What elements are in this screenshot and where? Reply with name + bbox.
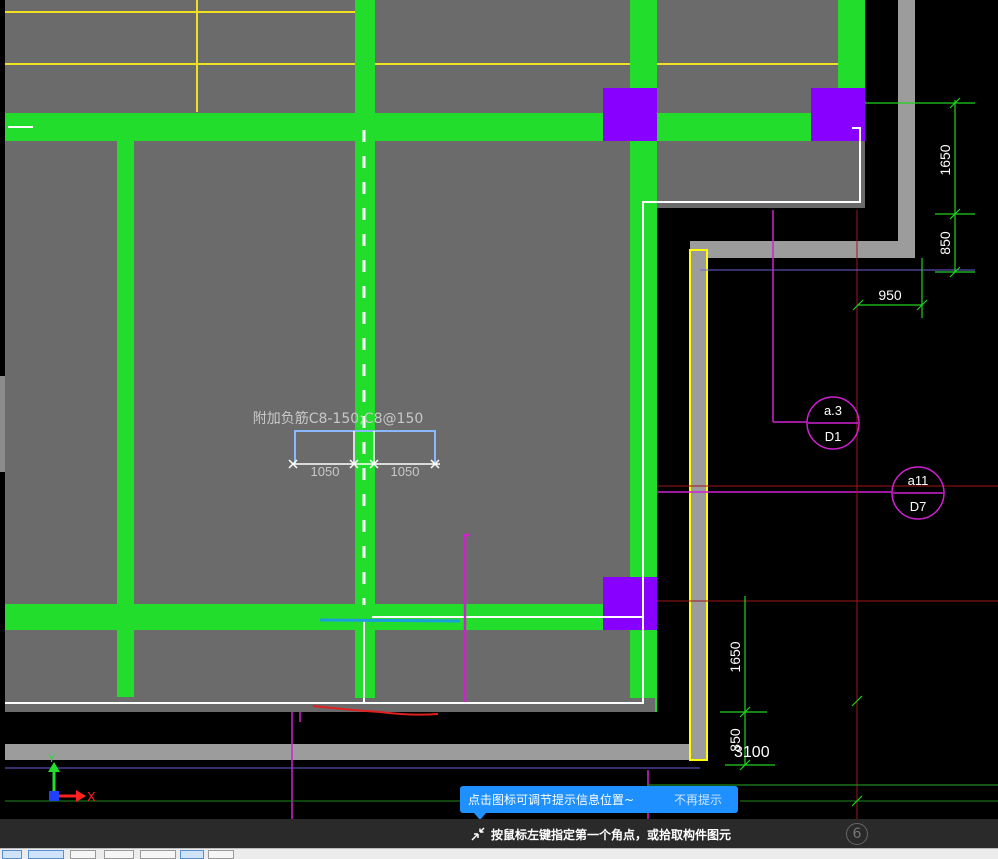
rebar-right-length: 1050 [391,464,420,479]
command-status-bar: 按鼠标左键指定第一个角点，或拾取构件图元 6 [0,819,998,848]
slab-strip-bottom [5,698,655,712]
column-1[interactable] [603,88,657,141]
command-prompt: 按鼠标左键指定第一个角点，或拾取构件图元 [491,828,732,842]
callout-2[interactable]: a11 D7 [891,466,945,520]
dim-bottom-upper: 1650 [727,641,743,672]
dim-horizontal: 950 [878,287,902,303]
callout-1-top: a.3 [824,403,842,418]
wall-right-horizontal [690,241,915,258]
bottom-toolbar [0,848,998,859]
callout-1-bottom: D1 [825,429,842,444]
callout-1[interactable]: a.3 D1 [806,396,860,450]
beam-vertical-center[interactable] [355,0,375,712]
wall-vertical-selected[interactable] [689,249,708,761]
slab-panel-main [5,200,657,712]
corner-pick-icon [471,827,485,841]
dont-show-again-link[interactable]: 不再提示 [674,791,722,808]
rebar-label: 附加负筋C8-150;C8@150 [253,410,424,427]
wall-right-vertical [898,0,915,258]
callout-2-bottom: D7 [910,499,927,514]
callout-2-top: a11 [908,473,929,488]
grid-node-marker: 6 [846,823,868,845]
ucs-axis-icon: Y X [48,753,96,804]
cyan-line [319,618,461,623]
side-panel-handle[interactable] [0,376,5,472]
column-2[interactable] [811,88,865,141]
cad-drawing-canvas[interactable]: 1650 850 950 1650 850 3100 a.3 D1 a11 D7… [0,0,998,858]
axis-x-label: X [87,789,96,804]
dim-top-right-upper: 1650 [937,144,953,175]
wall-bottom [5,744,705,760]
hint-bubble[interactable]: 点击图标可调节提示信息位置~ 不再提示 [460,786,738,813]
hint-message: 点击图标可调节提示信息位置~ [468,793,635,807]
dim-bottom-span: 3100 [734,744,770,761]
column-3[interactable] [603,577,657,630]
axis-y-label: Y [48,753,56,765]
beam-vertical-left[interactable] [117,141,134,697]
beam-top-horizontal[interactable] [5,113,865,141]
rebar-left-length: 1050 [311,464,340,479]
dim-top-right-lower: 850 [937,231,953,255]
